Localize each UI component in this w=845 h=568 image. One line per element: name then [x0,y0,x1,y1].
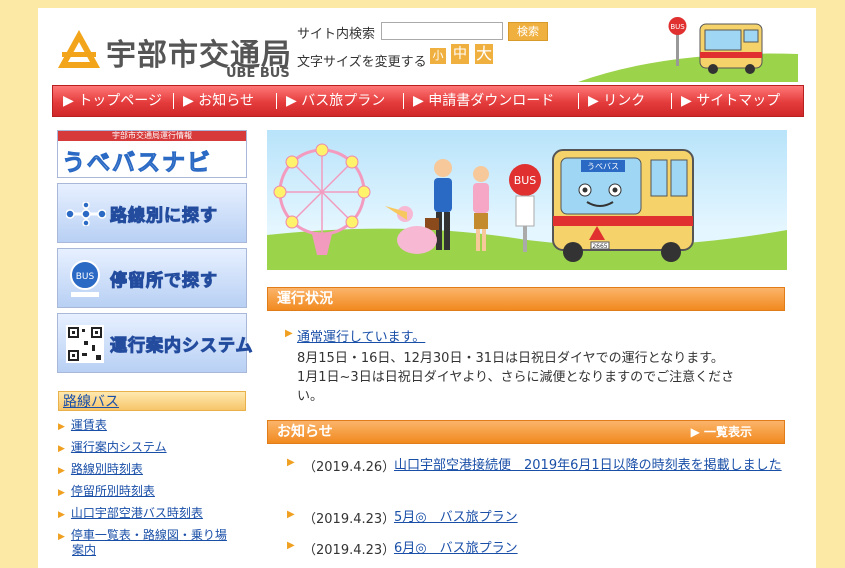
search-button[interactable]: 検索 [508,22,548,41]
route-map-icon [66,202,106,226]
sidebar-item-guide-system[interactable]: ▶ 運行案内システム [58,438,167,455]
nav-item-links[interactable]: ▶ リンク [588,86,645,116]
navi-banner-title: うべバスナビ [62,150,212,177]
news-item: ▶ （2019.4.23） 6月◎ バス旅プラン [287,539,797,559]
nav-arrow-icon: ▶ [286,93,302,109]
header-bus-illustration: BUS [578,17,798,82]
news-link[interactable]: 山口宇部空港接続便 2019年6月1日以降の時刻表を掲載しました [394,456,807,475]
news-link[interactable]: 5月◎ バス旅プラン [394,508,807,527]
news-item: ▶ （2019.4.26） 山口宇部空港接続便 2019年6月1日以降の時刻表を… [287,456,797,496]
news-bullet-icon: ▶ [287,457,295,468]
nav-item-downloads[interactable]: ▶ 申請書ダウンロード [413,86,554,116]
sidebar-item-stops-map-cont[interactable]: 案内 [72,541,96,558]
bus-stop-icon-label: BUS [76,272,95,282]
fontsize-small-button[interactable]: 小 [430,48,446,64]
route-bus-section-title: 路線バス [63,394,119,410]
news-date: （2019.4.23） [303,512,396,527]
hero-bus-destination: うべバス [587,162,619,171]
status-section-header: 運行状況 [267,287,785,311]
news-section-title: お知らせ [277,424,333,440]
news-link[interactable]: 6月◎ バス旅プラン [394,539,807,558]
nav-arrow-icon: ▶ [681,93,697,109]
qr-code-icon [66,325,104,363]
bullet-icon: ▶ [58,466,65,476]
status-link[interactable]: 通常運行しています。 [297,326,425,345]
news-section-header: お知らせ ▶ 一覧表示 [267,420,785,444]
bullet-icon: ▶ [58,422,65,432]
navi-banner-caption: 宇部市交通局運行情報 [58,131,246,141]
status-bullet-icon: ▶ [285,328,293,339]
sidebar-item-stop-timetable[interactable]: ▶ 停留所別時刻表 [58,482,155,499]
nav-arrow-icon: ▶ [588,93,604,109]
nav-divider [578,93,579,109]
nav-divider [276,93,277,109]
hero-bus-stop-sign: BUS [514,174,537,187]
guide-system-label: 運行案内システム [110,336,254,357]
news-bullet-icon: ▶ [287,540,295,551]
news-bullet-icon: ▶ [287,509,295,520]
nav-divider [173,93,174,109]
sidebar-item-airport-timetable[interactable]: ▶ 山口宇部空港バス時刻表 [58,504,203,521]
status-line: い。 [297,389,324,404]
site-logo[interactable]: 宇部市交通局 UBE BUS [56,24,291,82]
bullet-icon: ▶ [58,510,65,520]
hero-illustration: BUS うべバス 2665 [267,130,787,270]
nav-arrow-icon: ▶ [413,93,429,109]
fontsize-large-button[interactable]: 大 [475,44,493,64]
bullet-icon: ▶ [58,532,65,542]
ube-bus-navi-banner[interactable]: 宇部市交通局運行情報 うべバスナビ [57,130,247,178]
global-nav: ▶ トップページ ▶ お知らせ ▶ バス旅プラン ▶ 申請書ダウンロード ▶ リ… [52,85,804,117]
nav-item-news[interactable]: ▶ お知らせ [183,86,254,116]
arrow-right-icon: ▶ [690,425,704,439]
route-bus-section-header[interactable]: 路線バス [58,391,246,411]
hero-bus-number: 2665 [592,243,607,250]
status-section-title: 運行状況 [277,291,333,307]
bus-stop-icon: BUS [70,260,100,297]
news-date: （2019.4.26） [303,460,396,475]
nav-item-top[interactable]: ▶ トップページ [63,86,162,116]
logo-subtitle: UBE BUS [226,66,290,81]
header-bus-stop-sign: BUS [670,23,685,31]
fontsize-label: 文字サイズを変更する [297,55,427,70]
news-more-link[interactable]: ▶ 一覧表示 [691,421,752,443]
status-line: 1月1日~3日は日祝日ダイヤより、さらに減便となりますのでご注意くださ [297,370,735,385]
nav-item-sitemap[interactable]: ▶ サイトマップ [681,86,780,116]
page-container: 宇部市交通局 UBE BUS サイト内検索 検索 文字サイズを変更する 小 中 … [38,8,816,568]
sidebar-item-route-timetable[interactable]: ▶ 路線別時刻表 [58,460,143,477]
status-line: 8月15日・16日、12月30日・31日は日祝日ダイヤでの運行となります。 [297,351,724,366]
bullet-icon: ▶ [58,488,65,498]
stop-search-label: 停留所で探す [110,271,218,292]
news-date: （2019.4.23） [303,543,396,558]
stop-search-banner[interactable]: BUS 停留所で探す [57,248,247,308]
news-item: ▶ （2019.4.23） 5月◎ バス旅プラン [287,508,797,528]
nav-divider [671,93,672,109]
fontsize-medium-button[interactable]: 中 [451,44,469,64]
hero-scene-image: BUS うべバス 2665 [267,143,787,270]
nav-item-bus-trip[interactable]: ▶ バス旅プラン [286,86,385,116]
route-search-banner[interactable]: 路線別に探す [57,183,247,243]
search-input[interactable] [381,22,503,40]
bullet-icon: ▶ [58,444,65,454]
search-label: サイト内検索 [297,27,376,42]
route-search-label: 路線別に探す [110,206,218,227]
sidebar-item-fare[interactable]: ▶ 運賃表 [58,416,107,433]
guide-system-banner[interactable]: 運行案内システム [57,313,253,373]
nav-arrow-icon: ▶ [63,93,79,109]
nav-divider [403,93,404,109]
nav-arrow-icon: ▶ [183,93,199,109]
logo-mark-icon [58,30,100,68]
